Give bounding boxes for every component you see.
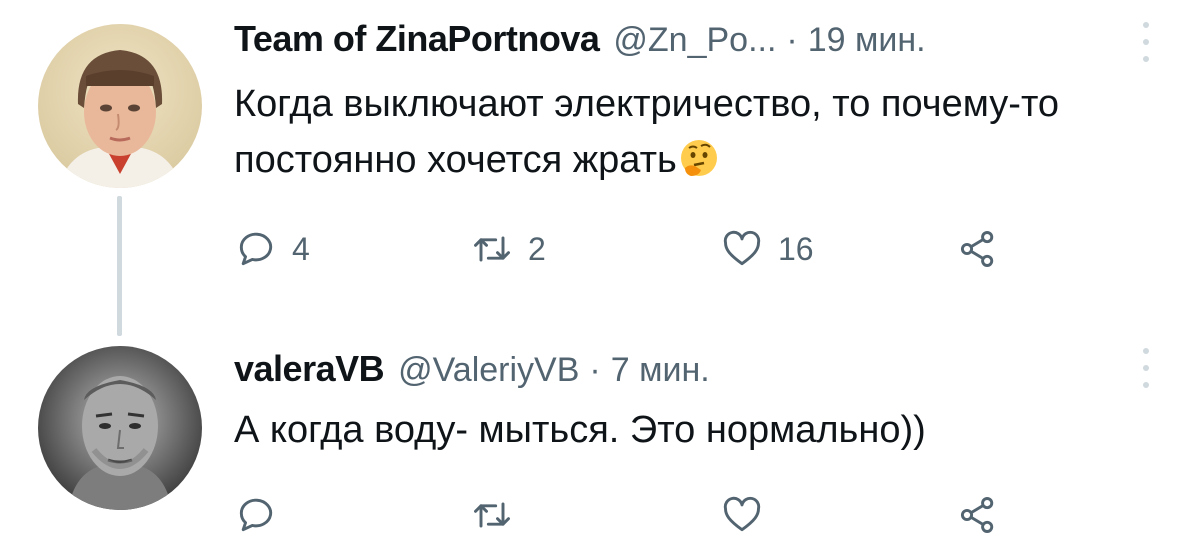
like-button[interactable]: 16	[720, 224, 814, 274]
like-count: 16	[778, 230, 814, 267]
like-button[interactable]	[720, 490, 778, 540]
heart-icon	[723, 496, 761, 532]
more-options-icon[interactable]	[1142, 22, 1150, 62]
display-name[interactable]: Team of ZinaPortnova	[234, 18, 600, 60]
avatar[interactable]	[38, 24, 202, 188]
retweet-button[interactable]	[470, 490, 528, 540]
separator: ·	[589, 351, 601, 389]
separator: ·	[786, 21, 798, 59]
reply-icon	[239, 232, 273, 266]
thinking-face-icon	[680, 140, 717, 176]
timestamp[interactable]: 19 мин.	[808, 21, 926, 60]
display-name[interactable]: valeraVB	[234, 348, 385, 390]
tweet-text: А когда воду- мыться. Это нормально))	[234, 409, 926, 451]
tweet-1[interactable]: Team of ZinaPortnova @Zn_Po... · 19 мин.…	[0, 0, 1200, 336]
girl-portrait-icon	[38, 24, 202, 188]
share-button[interactable]	[956, 490, 1000, 540]
reply-icon	[239, 498, 273, 532]
timestamp[interactable]: 7 мин.	[611, 351, 710, 390]
tweet-2[interactable]: valeraVB @ValeriyVB · 7 мин. А когда вод…	[0, 330, 1200, 554]
tweet-actions: 4 2 16	[234, 224, 1134, 274]
retweet-icon	[474, 236, 510, 262]
reply-button[interactable]	[234, 490, 292, 540]
retweet-button[interactable]: 2	[470, 224, 546, 274]
share-icon	[960, 497, 994, 533]
reply-button[interactable]: 4	[234, 224, 310, 274]
thread-line	[117, 196, 122, 336]
user-handle[interactable]: @ValeriyVB	[398, 351, 579, 390]
share-icon	[960, 231, 994, 267]
tweet-actions	[234, 490, 1134, 540]
tweet-text-content: Когда выключают электричество, то почему…	[234, 83, 1060, 181]
tweet-header: Team of ZinaPortnova @Zn_Po... · 19 мин.	[234, 18, 926, 68]
retweet-icon	[474, 502, 510, 528]
man-portrait-icon	[38, 346, 202, 510]
tweet-text: Когда выключают электричество, то почему…	[234, 76, 1134, 188]
tweet-header: valeraVB @ValeriyVB · 7 мин.	[234, 348, 710, 398]
avatar[interactable]	[38, 346, 202, 510]
user-handle[interactable]: @Zn_Po...	[613, 21, 776, 60]
heart-icon	[723, 230, 761, 266]
share-button[interactable]	[956, 224, 1000, 274]
more-options-icon[interactable]	[1142, 348, 1150, 388]
retweet-count: 2	[528, 230, 546, 267]
reply-count: 4	[292, 230, 310, 267]
